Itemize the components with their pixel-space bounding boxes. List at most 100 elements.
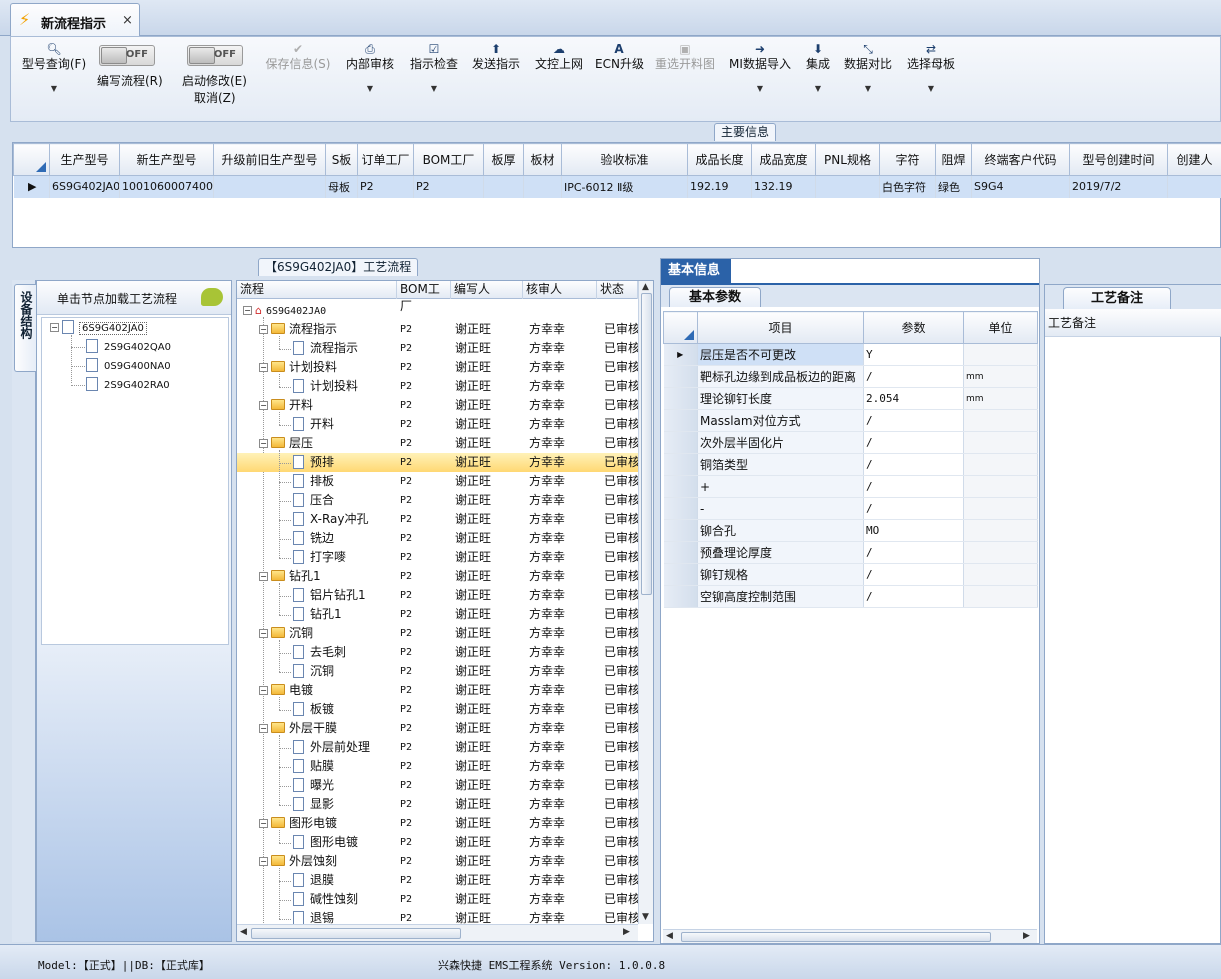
collapse-icon[interactable]: −	[259, 572, 268, 581]
table-cell[interactable]	[815, 175, 880, 198]
flow-group-row[interactable]: − 计划投料 P2 谢正旺 方幸幸 已审核	[237, 358, 638, 377]
mi-import-button[interactable]: ➜ MI数据导入 ▼	[727, 37, 793, 121]
chevron-down-icon[interactable]: ▼	[841, 84, 895, 93]
table-row[interactable]: 铆钉规格 /	[663, 563, 1038, 586]
param-value[interactable]: /	[863, 475, 964, 498]
flow-step-row[interactable]: X-Ray冲孔 P2 谢正旺 方幸幸 已审核	[237, 510, 638, 529]
flow-group-row[interactable]: − 钻孔1 P2 谢正旺 方幸幸 已审核	[237, 567, 638, 586]
flow-step-row[interactable]: 打字嘜 P2 谢正旺 方幸幸 已审核	[237, 548, 638, 567]
column-header[interactable]: 流程	[237, 281, 397, 299]
table-row[interactable]: + /	[663, 475, 1038, 498]
column-header[interactable]: 成品宽度	[751, 143, 816, 176]
collapse-icon[interactable]: −	[259, 686, 268, 695]
collapse-icon[interactable]: −	[259, 363, 268, 372]
column-header[interactable]: 订单工厂	[357, 143, 414, 176]
select-mother-board-button[interactable]: ⇄ 选择母板 ▼	[904, 37, 958, 121]
tab-process-remark[interactable]: 工艺备注	[1063, 287, 1171, 309]
table-row[interactable]: 靶标孔边缘到成品板边的距离 / mm	[663, 365, 1038, 388]
collapse-icon[interactable]: −	[259, 724, 268, 733]
scroll-right-icon[interactable]: ▶	[1023, 931, 1030, 941]
column-header[interactable]: 阻焊	[935, 143, 972, 176]
param-value[interactable]: /	[863, 409, 964, 432]
table-row[interactable]: 次外层半固化片 /	[663, 431, 1038, 454]
scroll-left-icon[interactable]: ◀	[666, 931, 673, 941]
save-info-button[interactable]: ✔ 保存信息(S)	[263, 37, 333, 121]
table-row[interactable]: ▶ 6S9G402JA0 10010600074009 母板 P2 P2 IPC-6012 …	[13, 175, 1221, 198]
flow-step-row[interactable]: 外层前处理 P2 谢正旺 方幸幸 已审核	[237, 738, 638, 757]
column-header[interactable]: 新生产型号	[119, 143, 214, 176]
collapse-icon[interactable]: −	[259, 325, 268, 334]
flow-group-row[interactable]: − 流程指示 P2 谢正旺 方幸幸 已审核	[237, 320, 638, 339]
chevron-down-icon[interactable]: ▼	[801, 84, 835, 93]
flow-step-row[interactable]: 压合 P2 谢正旺 方幸幸 已审核	[237, 491, 638, 510]
instruction-check-button[interactable]: ☑ 指示检查 ▼	[407, 37, 461, 121]
table-cell[interactable]	[483, 175, 524, 198]
tree-node-child[interactable]: 2S9G402RA0	[86, 376, 170, 395]
scroll-thumb[interactable]	[251, 928, 461, 939]
table-cell[interactable]: S9G4	[971, 175, 1070, 198]
flow-step-row[interactable]: 排板 P2 谢正旺 方幸幸 已审核	[237, 472, 638, 491]
flow-group-row[interactable]: − 外层蚀刻 P2 谢正旺 方幸幸 已审核	[237, 852, 638, 871]
table-cell[interactable]	[523, 175, 562, 198]
flow-step-row[interactable]: 开料 P2 谢正旺 方幸幸 已审核	[237, 415, 638, 434]
param-value[interactable]: /	[863, 431, 964, 454]
internal-review-button[interactable]: ⎙ 内部审核 ▼	[343, 37, 397, 121]
ecn-upgrade-button[interactable]: A ECN升级	[595, 37, 644, 121]
flow-step-row[interactable]: 显影 P2 谢正旺 方幸幸 已审核	[237, 795, 638, 814]
column-header[interactable]: 型号创建时间	[1069, 143, 1168, 176]
chevron-down-icon[interactable]: ▼	[407, 84, 461, 93]
scroll-down-icon[interactable]: ▼	[642, 912, 649, 922]
flow-step-row[interactable]: 贴膜 P2 谢正旺 方幸幸 已审核	[237, 757, 638, 776]
table-cell[interactable]: P2	[357, 175, 414, 198]
column-header[interactable]: 核审人	[523, 281, 597, 299]
column-header[interactable]: 验收标准	[561, 143, 688, 176]
close-icon[interactable]: ×	[122, 13, 133, 28]
table-cell[interactable]: 132.19	[751, 175, 816, 198]
column-header[interactable]: 创建人	[1167, 143, 1221, 176]
collapse-icon[interactable]: −	[259, 857, 268, 866]
flow-step-row[interactable]: 板镀 P2 谢正旺 方幸幸 已审核	[237, 700, 638, 719]
table-cell[interactable]: 白色字符	[879, 175, 936, 198]
column-header[interactable]: PNL规格	[815, 143, 880, 176]
column-header[interactable]: 板材	[523, 143, 562, 176]
flow-step-row[interactable]: 碱性蚀刻 P2 谢正旺 方幸幸 已审核	[237, 890, 638, 909]
chevron-down-icon[interactable]: ▼	[904, 84, 958, 93]
integrate-button[interactable]: ⬇ 集成 ▼	[801, 37, 835, 121]
scroll-thumb[interactable]	[681, 932, 991, 942]
scroll-up-icon[interactable]: ▲	[642, 282, 649, 292]
param-value[interactable]: Y	[863, 343, 964, 366]
flow-group-row[interactable]: − 沉铜 P2 谢正旺 方幸幸 已审核	[237, 624, 638, 643]
param-value[interactable]: MO	[863, 519, 964, 542]
flow-step-row[interactable]: 流程指示 P2 谢正旺 方幸幸 已审核	[237, 339, 638, 358]
column-header[interactable]: 参数	[863, 311, 964, 344]
table-cell[interactable]: P2	[413, 175, 484, 198]
flow-step-row[interactable]: 计划投料 P2 谢正旺 方幸幸 已审核	[237, 377, 638, 396]
flow-step-row[interactable]: 退膜 P2 谢正旺 方幸幸 已审核	[237, 871, 638, 890]
flow-root-node[interactable]: − ⌂ 6S9G402JA0	[237, 301, 638, 320]
flow-step-row[interactable]: 铝片钻孔1 P2 谢正旺 方幸幸 已审核	[237, 586, 638, 605]
collapse-icon[interactable]: −	[259, 629, 268, 638]
chevron-down-icon[interactable]: ▼	[727, 84, 793, 93]
table-row[interactable]: 理论铆钉长度 2.054 mm	[663, 387, 1038, 410]
column-header[interactable]: 生产型号	[49, 143, 120, 176]
cancel-button[interactable]: 取消(Z)	[194, 89, 236, 106]
collapse-icon[interactable]: −	[259, 439, 268, 448]
collapse-icon[interactable]: −	[243, 306, 252, 315]
table-cell[interactable]: 10010600074009	[119, 175, 214, 198]
param-value[interactable]: /	[863, 563, 964, 586]
flow-group-row[interactable]: − 开料 P2 谢正旺 方幸幸 已审核	[237, 396, 638, 415]
model-query-button[interactable]: 🔍︎ 型号查询(F) ▼	[15, 37, 93, 121]
column-header[interactable]: BOM工厂	[397, 281, 451, 313]
tab-equipment-structure[interactable]: 设备结构	[14, 284, 36, 372]
horizontal-scrollbar[interactable]: ◀ ▶	[663, 929, 1037, 943]
tree-node-child[interactable]: 0S9G400NA0	[86, 357, 171, 376]
grid-corner[interactable]	[13, 143, 50, 176]
param-value[interactable]: /	[863, 453, 964, 476]
table-row[interactable]: ▶ 层压是否不可更改 Y	[663, 343, 1038, 366]
flow-step-row[interactable]: 曝光 P2 谢正旺 方幸幸 已审核	[237, 776, 638, 795]
column-header[interactable]: 板厚	[483, 143, 524, 176]
table-row[interactable]: 铜箔类型 /	[663, 453, 1038, 476]
flow-group-row[interactable]: − 层压 P2 谢正旺 方幸幸 已审核	[237, 434, 638, 453]
table-cell[interactable]: 绿色	[935, 175, 972, 198]
collapse-icon[interactable]: −	[50, 323, 59, 332]
